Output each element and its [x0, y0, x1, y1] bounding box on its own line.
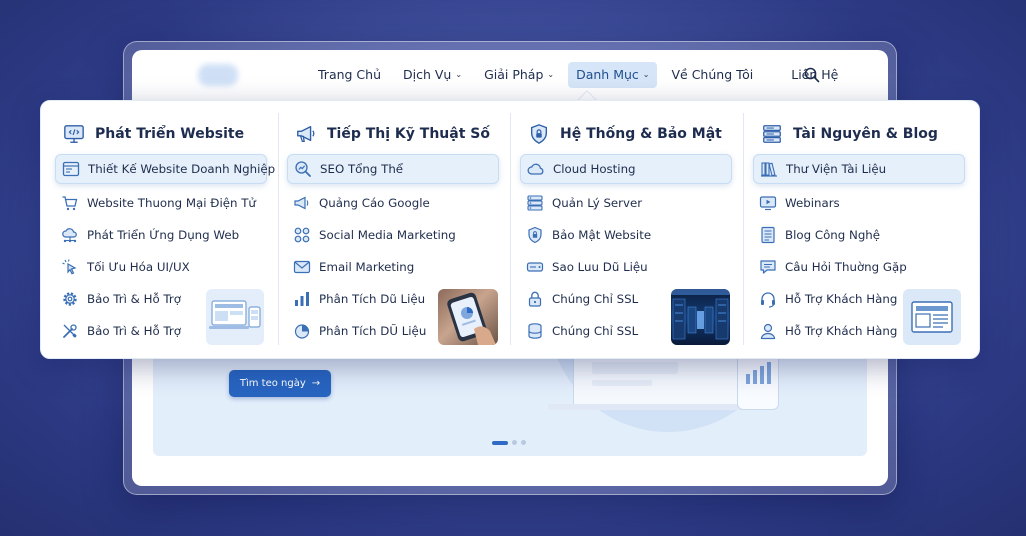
menu-item-quang-cao-google[interactable]: Quảng Cáo Google	[287, 188, 430, 218]
stack-icon	[763, 125, 781, 143]
chat-bubble-icon	[760, 260, 776, 274]
menu-item-email-marketing[interactable]: Email Marketing	[287, 252, 414, 282]
web-devices-thumbnail	[206, 289, 264, 345]
menu-item-cloud-hosting[interactable]: Cloud Hosting	[520, 154, 732, 184]
menu-item-seo-tong-the[interactable]: SEO Tổng Thể	[287, 154, 499, 184]
hero-cta-button[interactable]: Tìm teo ngày →	[229, 370, 331, 397]
mega-menu-dropdown: Phát Triển Website Thiết Kế Website Doan…	[40, 100, 980, 359]
library-books-icon	[761, 162, 777, 177]
menu-column-tiep-thi-ky-thuat-so: Tiếp Thị Kỹ Thuật Số SEO Tổng Thể Quảng …	[273, 113, 505, 349]
menu-item-webinars[interactable]: Webinars	[753, 188, 840, 218]
pie-chart-icon	[294, 324, 310, 339]
column-title: Hệ Thống & Bảo Mật	[560, 126, 722, 142]
megaphone-icon	[297, 125, 315, 142]
hero-phone-illustration	[737, 352, 779, 410]
menu-item-ho-tro-khach-hang-2[interactable]: Hỗ Trợ Khách Hàng	[753, 316, 897, 346]
lock-shield-icon	[528, 226, 542, 244]
menu-item-chung-chi-ssl[interactable]: Chúng Chỉ SSL	[520, 284, 638, 314]
arrow-right-icon: →	[311, 378, 321, 389]
gear-icon	[63, 292, 77, 306]
nav-item-ve-chung-toi[interactable]: Về Chúng Tôi	[665, 62, 759, 88]
menu-item-toi-uu-ui-ux[interactable]: Tối Ưu Hóa UI/UX	[55, 252, 190, 282]
menu-item-phan-tich-du-lieu[interactable]: Phân Tích Dũ Liệu	[287, 284, 425, 314]
social-dots-icon	[294, 227, 310, 243]
cursor-click-icon	[62, 259, 77, 275]
column-header: Hệ Thống & Bảo Mật	[528, 121, 722, 147]
datacenter-thumbnail	[671, 289, 730, 345]
tools-icon	[63, 324, 77, 338]
menu-column-tai-nguyen-blog: Tài Nguyên & Blog Thư Viện Tài Liệu Webi…	[739, 113, 971, 349]
headset-icon	[761, 292, 775, 308]
menu-item-bao-tri-ho-tro-2[interactable]: Bảo Trì & Hỗ Trợ	[55, 316, 181, 346]
newspaper-icon	[911, 301, 953, 333]
carousel-dot[interactable]	[521, 440, 526, 445]
nav-menu: Trang Chủ Dịch Vụ ⌄ Giải Pháp ⌄ Danh Mục ⌄ …	[312, 62, 844, 88]
hero-laptop-illustration	[573, 352, 753, 410]
carousel-dot[interactable]	[512, 440, 517, 445]
shield-lock-icon	[530, 124, 548, 144]
nav-item-dich-vu[interactable]: Dịch Vụ ⌄	[397, 62, 468, 88]
hand-phone-illustration-icon	[447, 292, 496, 345]
shopping-cart-icon	[62, 196, 78, 211]
hero-laptop-base	[548, 404, 748, 410]
browser-window-icon	[62, 161, 80, 177]
document-icon	[761, 226, 775, 244]
column-title: Tiếp Thị Kỹ Thuật Số	[327, 126, 490, 142]
cloud-icon	[527, 163, 544, 175]
seo-search-icon	[295, 161, 311, 177]
chevron-down-icon: ⌄	[547, 70, 555, 79]
envelope-icon	[293, 260, 311, 274]
bar-chart-icon	[295, 292, 309, 306]
menu-item-sao-luu-du-lieu[interactable]: Sao Luu Dũ Liệu	[520, 252, 648, 282]
column-header: Phát Triển Website	[63, 121, 244, 147]
nav-item-giai-phap[interactable]: Giải Pháp ⌄	[478, 62, 560, 88]
nav-item-danh-muc[interactable]: Danh Mục ⌄	[568, 62, 658, 88]
hard-drive-icon	[526, 262, 544, 272]
hero-section: Tìm teo ngày →	[153, 312, 867, 456]
megaphone-small-icon	[294, 196, 309, 210]
analytics-phone-thumbnail	[438, 289, 498, 345]
menu-item-social-media[interactable]: Social Media Marketing	[287, 220, 456, 250]
cloud-network-icon	[62, 228, 77, 243]
menu-item-quan-ly-server[interactable]: Quản Lý Server	[520, 188, 642, 218]
menu-item-ung-dung-web[interactable]: Phát Triển Ứng Dụng Web	[55, 220, 239, 250]
code-monitor-icon	[64, 125, 84, 143]
column-header: Tài Nguyên & Blog	[761, 121, 938, 147]
newspaper-thumbnail	[903, 289, 961, 345]
search-icon[interactable]	[804, 67, 820, 83]
carousel-dot-active[interactable]	[492, 440, 508, 445]
nav-item-trang-chu[interactable]: Trang Chủ	[312, 62, 387, 88]
menu-item-bao-mat-website[interactable]: Bảo Mật Website	[520, 220, 651, 250]
menu-item-chung-chi-ssl-2[interactable]: Chúng Chỉ SSL	[520, 316, 638, 346]
devices-illustration-icon	[209, 300, 261, 329]
menu-item-website-thuong-mai[interactable]: Website Thuong Mại Điện Tử	[55, 188, 256, 218]
menu-item-blog-cong-nghe[interactable]: Blog Công Nghệ	[753, 220, 880, 250]
menu-column-he-thong-bao-mat: Hệ Thống & Bảo Mật Cloud Hosting Quản Lý…	[506, 113, 738, 349]
menu-item-cau-hoi-thuong-gap[interactable]: Câu Hỏi Thuờng Gặp	[753, 252, 907, 282]
top-navigation: Trang Chủ Dịch Vụ ⌄ Giải Pháp ⌄ Danh Mục ⌄ …	[132, 50, 888, 102]
menu-item-thiet-ke-website[interactable]: Thiết Kế Website Doanh Nghiệp	[55, 154, 275, 184]
menu-item-bao-tri-ho-tro[interactable]: Bảo Trì & Hỗ Trợ	[55, 284, 181, 314]
column-title: Phát Triển Website	[95, 126, 245, 142]
chevron-down-icon: ⌄	[642, 70, 650, 79]
ssl-lock-icon	[528, 291, 542, 307]
server-icon	[527, 195, 543, 211]
server-racks-illustration-icon	[671, 289, 730, 340]
menu-item-phan-tich-du-lieu-2[interactable]: Phân Tích DŨ Liệu	[287, 316, 426, 346]
menu-item-thu-vien-tai-lieu[interactable]: Thư Viện Tài Liệu	[753, 154, 965, 184]
carousel-dots	[492, 440, 526, 445]
menu-item-ho-tro-khach-hang[interactable]: Hỗ Trợ Khách Hàng	[753, 284, 897, 314]
video-play-icon	[759, 196, 777, 211]
user-icon	[760, 323, 776, 340]
chevron-down-icon: ⌄	[455, 70, 463, 79]
menu-column-phat-trien-website: Phát Triển Website Thiết Kế Website Doan…	[41, 113, 275, 349]
site-logo[interactable]	[198, 64, 238, 86]
column-header: Tiếp Thị Kỹ Thuật Số	[295, 121, 490, 147]
database-icon	[528, 323, 542, 339]
column-title: Tài Nguyên & Blog	[793, 126, 938, 142]
